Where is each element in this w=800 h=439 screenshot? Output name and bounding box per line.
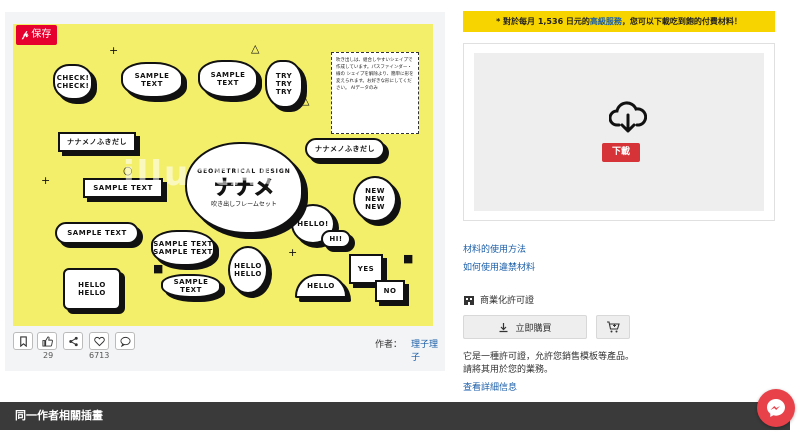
- bubble-hello-1: HELLO HELLO: [228, 246, 268, 294]
- comment-button[interactable]: [115, 332, 135, 350]
- favorite-button[interactable]: [89, 332, 109, 350]
- buy-now-label: 立即購買: [515, 323, 552, 334]
- building-icon: [464, 296, 474, 305]
- bookmark-icon: [19, 335, 27, 347]
- watermark: illustAC: [123, 154, 286, 194]
- bookmark-button[interactable]: [13, 332, 33, 350]
- bubble-check: CHECK! CHECK!: [53, 64, 93, 100]
- comment-icon: [119, 336, 131, 347]
- bubble-text: TRY TRY TRY: [275, 72, 293, 96]
- heart-icon: [93, 336, 105, 346]
- bubble-hello-2: HELLO HELLO: [63, 268, 121, 310]
- artwork-image[interactable]: + △ △ + ○ + ■ ■ ● CHECK! CHECK! SAMPLE T…: [13, 24, 433, 326]
- related-title: 同一作者相關插畫: [15, 409, 103, 422]
- thumbs-up-icon: [41, 335, 53, 347]
- share-icon: [68, 336, 78, 346]
- author-label: 作者：: [375, 340, 403, 350]
- license-title: 商業化許可證: [480, 296, 535, 306]
- license-description-1: 它是一種許可證，允許您銷售模板等產品。: [463, 352, 635, 362]
- bubble-nanamei-1: ナナメノふきだし: [58, 132, 136, 152]
- like-count: 29: [43, 351, 54, 360]
- bubble-text: HELLO!: [297, 220, 329, 228]
- bubble-no: NO: [375, 280, 405, 302]
- bubble-text: ナナメノふきだし: [315, 145, 375, 153]
- cloud-download-icon: [609, 101, 647, 133]
- bubble-text: SAMPLE TEXT: [210, 71, 246, 87]
- bubble-text: SAMPLE TEXT: [134, 72, 170, 88]
- bubble-text: HELLO HELLO: [78, 281, 106, 297]
- square-deco-icon: ■: [403, 252, 414, 265]
- author-link[interactable]: 理子理子: [411, 337, 445, 363]
- buy-now-button[interactable]: 立即購買: [463, 315, 587, 339]
- download-card: 下載: [463, 43, 775, 221]
- preview-card: + △ △ + ○ + ■ ■ ● CHECK! CHECK! SAMPLE T…: [5, 12, 445, 371]
- violation-link[interactable]: 如何使用違禁材料: [463, 260, 535, 273]
- triangle-deco-icon: △: [301, 94, 310, 107]
- view-details-link[interactable]: 查看詳細信息: [463, 380, 517, 393]
- license-description-2: 請將其用於您的業務。: [463, 365, 554, 375]
- bubble-text: YES: [357, 265, 375, 273]
- bubble-hi: HI!: [321, 230, 351, 248]
- page: + △ △ + ○ + ■ ■ ● CHECK! CHECK! SAMPLE T…: [0, 0, 800, 439]
- premium-link[interactable]: 高級服務: [590, 17, 622, 26]
- related-section-header: 同一作者相關插畫: [0, 402, 790, 430]
- plus-deco-icon: +: [109, 44, 119, 57]
- download-button[interactable]: 下載: [602, 143, 640, 162]
- license-header: 商業化許可證: [463, 293, 534, 306]
- favorite-count: 6713: [89, 351, 110, 360]
- bubble-text: CHECK! CHECK!: [56, 74, 90, 90]
- bubble-text: NO: [383, 287, 397, 295]
- download-icon: [499, 322, 508, 332]
- bubble-text: HELLO: [307, 282, 335, 290]
- bubble-sample-6: SAMPLE TEXT: [161, 274, 221, 298]
- pinterest-icon: 𝓅: [22, 30, 29, 40]
- bubble-hello-4: HELLO: [295, 274, 347, 298]
- messenger-chat-button[interactable]: [757, 389, 795, 427]
- bubble-text: SAMPLE TEXT: [173, 278, 209, 294]
- like-button[interactable]: [37, 332, 57, 350]
- triangle-deco-icon: △: [251, 42, 260, 55]
- notice-prefix: * 對於每月 1,536 日元的: [496, 17, 590, 26]
- bubble-new: NEW NEW NEW: [353, 176, 397, 222]
- textbox-frame: 吹き出しは、組合しやすいシェイプで作成しています。パスファインダー・線の シェイ…: [331, 52, 419, 134]
- bubble-sample-4: SAMPLE TEXT: [55, 222, 139, 244]
- bubble-nanamei-2: ナナメノふきだし: [305, 138, 385, 160]
- bubble-text: HI!: [329, 235, 343, 243]
- usage-link[interactable]: 材料的使用方法: [463, 242, 526, 255]
- bubble-text: SAMPLE TEXT SAMPLE TEXT: [153, 240, 213, 256]
- bubble-text: ナナメノふきだし: [67, 138, 127, 146]
- bubble-text: SAMPLE TEXT: [67, 229, 127, 237]
- save-label: 保存: [31, 29, 52, 40]
- bubble-sample-2: SAMPLE TEXT: [198, 60, 258, 98]
- bubble-sample-1: SAMPLE TEXT: [121, 62, 183, 98]
- notice-suffix: ，您可以下載吃到飽的付費材料！: [621, 17, 742, 26]
- center-subtitle: 吹き出しフレームセット: [211, 201, 277, 208]
- download-area: 下載: [474, 53, 764, 211]
- cart-plus-icon: [607, 321, 620, 333]
- save-button[interactable]: 𝓅 保存: [16, 25, 58, 45]
- action-bar: 29 6713 作者： 理子理子: [5, 329, 445, 371]
- add-to-cart-button[interactable]: [596, 315, 630, 339]
- plus-deco-icon: +: [41, 174, 51, 187]
- messenger-icon: [767, 399, 785, 417]
- premium-notice: * 對於每月 1,536 日元的高級服務，您可以下載吃到飽的付費材料！: [463, 11, 775, 32]
- textbox-text: 吹き出しは、組合しやすいシェイプで作成しています。パスファインダー・線の シェイ…: [336, 58, 414, 91]
- bubble-sample-5: SAMPLE TEXT SAMPLE TEXT: [151, 230, 215, 266]
- bubble-try: TRY TRY TRY: [265, 60, 303, 108]
- share-button[interactable]: [63, 332, 83, 350]
- plus-deco-icon: +: [288, 246, 298, 259]
- bubble-text: NEW NEW NEW: [365, 187, 385, 211]
- square-deco-icon: ■: [153, 262, 164, 275]
- bubble-text: HELLO HELLO: [234, 262, 262, 278]
